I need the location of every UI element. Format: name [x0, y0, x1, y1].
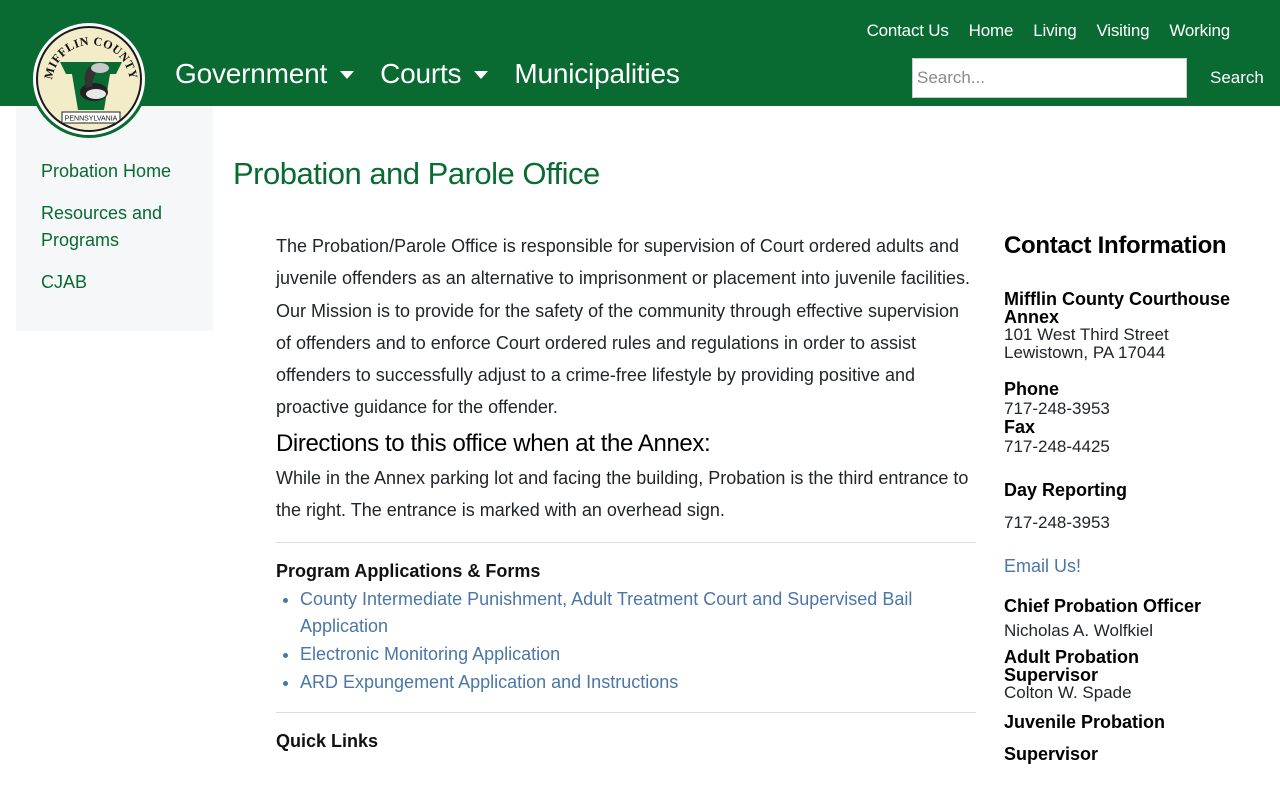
- fax-label: Fax: [1004, 417, 1036, 437]
- nav-courts-dropdown[interactable]: Courts: [380, 58, 489, 90]
- adult-supervisor-label: Adult Probation Supervisor: [1004, 647, 1139, 685]
- nav-municipalities-label: Municipalities: [514, 58, 680, 89]
- top-header: Contact Us Home Living Visiting Working …: [0, 0, 1280, 106]
- form-link-cip-application[interactable]: County Intermediate Punishment, Adult Tr…: [300, 589, 912, 636]
- utility-link-home[interactable]: Home: [969, 21, 1014, 41]
- logo-text-bottom: PENNSYLVANIA: [65, 116, 118, 123]
- sidebar-item-cjab[interactable]: CJAB: [41, 269, 201, 296]
- chief-probation-label: Chief Probation Officer: [1004, 596, 1202, 616]
- day-reporting-phone: 717-248-3953: [1004, 513, 1110, 532]
- directions-heading: Directions to this office when at the An…: [276, 429, 711, 457]
- juvenile-label-line-2: Supervisor: [1004, 744, 1099, 764]
- keystone-goose-icon: MIFFLIN COUNTY PENNSYLVANIA: [41, 34, 140, 124]
- email-us-link[interactable]: Email Us!: [1004, 556, 1234, 577]
- list-item: Electronic Monitoring Application: [300, 641, 976, 668]
- main-content: The Probation/Parole Office is responsib…: [276, 230, 976, 756]
- chief-probation-name: Nicholas A. Wolfkiel: [1004, 621, 1153, 640]
- logo-seal-ring: MIFFLIN COUNTY PENNSYLVANIA: [36, 26, 142, 132]
- divider: [276, 712, 976, 714]
- utility-nav: Contact Us Home Living Visiting Working: [867, 21, 1231, 41]
- nav-government-dropdown[interactable]: Government: [175, 58, 355, 90]
- address-line-1: 101 West Third Street: [1004, 325, 1169, 344]
- fax-number: 717-248-4425: [1004, 437, 1110, 456]
- county-seal-logo[interactable]: MIFFLIN COUNTY PENNSYLVANIA: [30, 20, 148, 138]
- forms-heading: Program Applications & Forms: [276, 561, 541, 582]
- quick-links-heading: Quick Links: [276, 731, 379, 752]
- page-title: Probation and Parole Office: [233, 156, 600, 191]
- intro-paragraph: The Probation/Parole Office is responsib…: [276, 236, 971, 289]
- form-link-ard-expungement[interactable]: ARD Expungement Application and Instruct…: [300, 672, 678, 692]
- sidebar: Probation Home Resources and Programs CJ…: [16, 106, 213, 331]
- forms-list: County Intermediate Punishment, Adult Tr…: [276, 586, 976, 696]
- utility-link-living[interactable]: Living: [1033, 21, 1076, 41]
- contact-heading: Contact Information: [1004, 232, 1227, 259]
- search-button[interactable]: Search: [1200, 58, 1274, 98]
- divider: [276, 542, 976, 544]
- list-item: County Intermediate Punishment, Adult Tr…: [300, 586, 976, 640]
- juvenile-label-line-1: Juvenile Probation: [1004, 712, 1166, 732]
- mission-paragraph: Our Mission is to provide for the safety…: [276, 300, 959, 418]
- utility-link-contact-us[interactable]: Contact Us: [867, 21, 949, 41]
- nav-government-label: Government: [175, 58, 328, 89]
- chevron-down-icon: [474, 71, 489, 79]
- nav-municipalities-link[interactable]: Municipalities: [514, 58, 679, 90]
- address-line-2: Lewistown, PA 17044: [1004, 343, 1166, 362]
- contact-information: Contact Information Mifflin County Court…: [1004, 232, 1234, 764]
- nav-courts-label: Courts: [380, 58, 462, 89]
- utility-link-visiting[interactable]: Visiting: [1096, 21, 1149, 41]
- location-name: Mifflin County Courthouse Annex: [1004, 289, 1230, 327]
- form-link-electronic-monitoring[interactable]: Electronic Monitoring Application: [300, 644, 560, 664]
- sidebar-item-probation-home[interactable]: Probation Home: [41, 158, 201, 185]
- utility-link-working[interactable]: Working: [1169, 21, 1230, 41]
- directions-paragraph: While in the Annex parking lot and facin…: [276, 467, 969, 521]
- phone-label: Phone: [1004, 379, 1060, 399]
- chevron-down-icon: [340, 71, 355, 79]
- day-reporting-label: Day Reporting: [1004, 480, 1128, 500]
- adult-supervisor-name: Colton W. Spade: [1004, 683, 1132, 702]
- main-nav: Government Courts Municipalities: [175, 58, 706, 90]
- phone-number: 717-248-3953: [1004, 399, 1110, 418]
- sidebar-item-resources-programs[interactable]: Resources and Programs: [41, 200, 201, 254]
- list-item: ARD Expungement Application and Instruct…: [300, 669, 976, 696]
- search-input[interactable]: [912, 58, 1187, 98]
